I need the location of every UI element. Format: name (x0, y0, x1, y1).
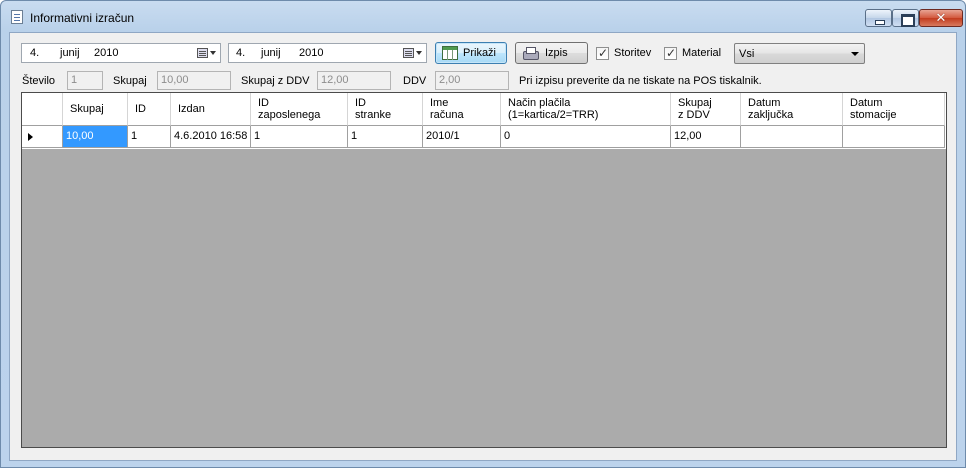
app-window: Informativni izračun ✕ 4. junij 2010 4. … (0, 0, 966, 468)
current-row-arrow-icon (28, 133, 33, 141)
print-button[interactable]: Izpis (515, 42, 588, 64)
filter-dropdown[interactable]: Vsi (734, 43, 865, 64)
table-cell[interactable]: 4.6.2010 16:58 (171, 126, 251, 148)
material-checkbox-label[interactable]: Material (682, 47, 721, 59)
column-header-label: Ime (430, 97, 449, 109)
table-cell[interactable]: 1 (348, 126, 423, 148)
material-checkbox[interactable] (664, 46, 677, 60)
filter-dropdown-value: Vsi (739, 48, 755, 60)
minimize-icon (866, 10, 891, 26)
minimize-button[interactable] (865, 9, 892, 27)
count-label: Število (22, 75, 56, 87)
title-bar[interactable]: Informativni izračun ✕ (1, 1, 965, 31)
table-icon (442, 46, 458, 60)
column-header[interactable]: ID stranke (348, 93, 423, 126)
total-field: 10,00 (157, 71, 231, 90)
print-button-label: Izpis (545, 47, 568, 59)
column-header[interactable]: Način plačila (1=kartica/2=TRR) (501, 93, 671, 126)
column-header[interactable]: Izdan (171, 93, 251, 126)
table-cell[interactable]: 2010/1 (423, 126, 501, 148)
column-header-label: ID (355, 97, 366, 109)
table-row[interactable]: 10,00 1 4.6.2010 16:58 1 1 2010/1 0 12,00 (22, 126, 946, 149)
date-from-year[interactable]: 2010 (94, 47, 118, 59)
column-header-label: stranke (355, 109, 392, 121)
calendar-dropdown-icon[interactable] (403, 47, 423, 60)
column-header-label: Skupaj (70, 103, 104, 115)
column-header-label: z DDV (678, 109, 710, 121)
services-checkbox[interactable] (596, 46, 609, 60)
calendar-dropdown-icon[interactable] (197, 47, 217, 60)
row-header-corner (22, 93, 63, 126)
grid-header: Skupaj ID Izdan ID zaposlenega ID stranke Ime ra… (22, 93, 946, 126)
date-to-picker[interactable]: 4. junij 2010 (228, 43, 427, 63)
show-button-label: Prikaži (463, 47, 497, 59)
vat-field: 2,00 (435, 71, 509, 90)
column-header-label: Skupaj (678, 97, 712, 109)
column-header-label: zaključka (748, 109, 794, 121)
column-header[interactable]: Datum stomacije (843, 93, 945, 126)
total-vat-label: Skupaj z DDV (241, 75, 310, 87)
date-from-picker[interactable]: 4. junij 2010 (21, 43, 221, 63)
total-label: Skupaj (113, 75, 147, 87)
table-cell[interactable]: 0 (501, 126, 671, 148)
row-selector[interactable] (22, 126, 63, 148)
column-header-label: Datum (850, 97, 883, 109)
table-cell[interactable] (843, 126, 945, 148)
vat-label: DDV (403, 75, 427, 87)
column-header-label: stomacije (850, 109, 897, 121)
services-checkbox-label[interactable]: Storitev (614, 47, 651, 59)
column-header[interactable]: ID zaposlenega (251, 93, 348, 126)
close-button[interactable]: ✕ (919, 9, 963, 27)
column-header-label: ID (135, 103, 146, 115)
total-vat-field: 12,00 (317, 71, 391, 90)
chevron-down-icon (851, 52, 859, 56)
table-cell[interactable] (741, 126, 843, 148)
pos-printer-notice: Pri izpisu preverite da ne tiskate na PO… (519, 75, 762, 87)
show-button[interactable]: Prikaži (435, 42, 507, 64)
date-from-day[interactable]: 4. (30, 47, 39, 59)
count-field: 1 (67, 71, 103, 90)
column-header-label: Način plačila (508, 97, 571, 109)
column-header[interactable]: Skupaj (63, 93, 128, 126)
date-to-year[interactable]: 2010 (299, 47, 323, 59)
column-header-label: (1=kartica/2=TRR) (508, 109, 599, 121)
table-cell[interactable]: 12,00 (671, 126, 741, 148)
date-to-day[interactable]: 4. (236, 47, 245, 59)
column-header-label: Izdan (178, 103, 205, 115)
table-cell[interactable]: 1 (251, 126, 348, 148)
table-cell[interactable]: 10,00 (63, 126, 128, 148)
date-from-month[interactable]: junij (60, 47, 80, 59)
document-icon (11, 10, 23, 24)
column-header[interactable]: Ime računa (423, 93, 501, 126)
column-header[interactable]: Skupaj z DDV (671, 93, 741, 126)
printer-icon (522, 46, 539, 60)
column-header-label: zaposlenega (258, 109, 321, 121)
maximize-button[interactable] (892, 9, 919, 27)
column-header[interactable]: Datum zaključka (741, 93, 843, 126)
column-header-label: računa (430, 109, 464, 121)
column-header-label: Datum (748, 97, 781, 109)
table-cell[interactable]: 1 (128, 126, 171, 148)
window-title: Informativni izračun (30, 11, 135, 25)
close-icon: ✕ (935, 10, 947, 25)
date-to-month[interactable]: junij (261, 47, 281, 59)
maximize-icon (893, 10, 918, 27)
column-header-label: ID (258, 97, 269, 109)
invoice-grid[interactable]: Skupaj ID Izdan ID zaposlenega ID stranke Ime ra… (21, 92, 947, 448)
column-header[interactable]: ID (128, 93, 171, 126)
form-body: 4. junij 2010 4. junij 2010 Prikaži Izpi… (9, 32, 957, 461)
